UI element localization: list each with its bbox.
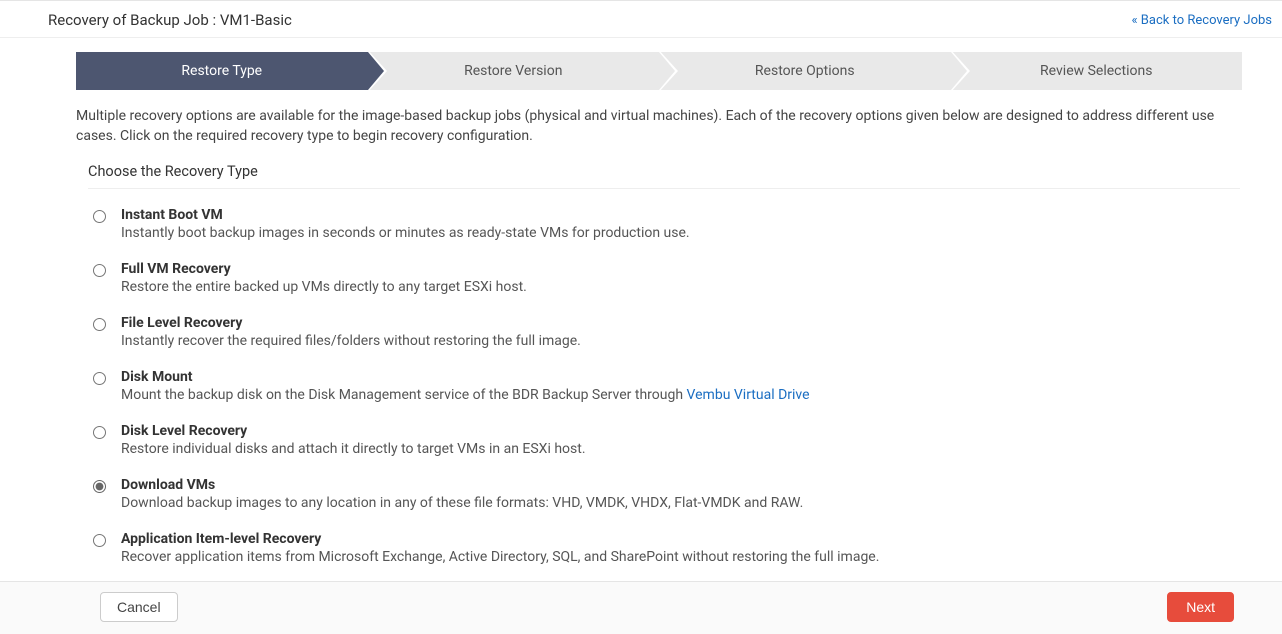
wizard-step-label: Restore Options [755,63,855,79]
option-disk-level-recovery[interactable]: Disk Level Recovery Restore individual d… [88,409,1242,463]
option-title: Full VM Recovery [121,261,1242,277]
back-to-recovery-jobs-link[interactable]: « Back to Recovery Jobs [1131,13,1278,28]
option-title: Disk Mount [121,369,1242,385]
option-application-item-level-recovery[interactable]: Application Item-level Recovery Recover … [88,517,1242,571]
option-title: Download VMs [121,477,1242,493]
wizard-step-label: Review Selections [1040,63,1152,79]
option-radio-application-item-level-recovery[interactable] [93,534,106,547]
option-desc: Instantly recover the required files/fol… [121,333,1242,349]
option-desc: Restore the entire backed up VMs directl… [121,279,1242,295]
option-desc: Restore individual disks and attach it d… [121,441,1242,457]
page-title: Recovery of Backup Job : VM1-Basic [48,11,292,29]
option-title: File Level Recovery [121,315,1242,331]
wizard-step-label: Restore Type [181,63,262,79]
option-instant-boot-vm[interactable]: Instant Boot VM Instantly boot backup im… [88,193,1242,247]
wizard-step-restore-version[interactable]: Restore Version [368,52,660,90]
option-desc-pre: Mount the backup disk on the Disk Manage… [121,387,687,403]
vembu-virtual-drive-link[interactable]: Vembu Virtual Drive [687,387,810,403]
option-radio-file-level-recovery[interactable] [93,318,106,331]
option-radio-disk-mount[interactable] [93,372,106,385]
option-radio-instant-boot-vm[interactable] [93,210,106,223]
title-prefix: Recovery of Backup Job : [48,11,220,29]
option-radio-full-vm-recovery[interactable] [93,264,106,277]
option-file-level-recovery[interactable]: File Level Recovery Instantly recover th… [88,301,1242,355]
cancel-button[interactable]: Cancel [100,592,178,622]
option-desc: Mount the backup disk on the Disk Manage… [121,387,1242,403]
option-download-vms[interactable]: Download VMs Download backup images to a… [88,463,1242,517]
option-desc: Download backup images to any location i… [121,495,1242,511]
option-title: Application Item-level Recovery [121,531,1242,547]
footer-bar: Cancel Next [0,581,1282,634]
option-disk-mount[interactable]: Disk Mount Mount the backup disk on the … [88,355,1242,409]
wizard-step-restore-options[interactable]: Restore Options [659,52,951,90]
option-title: Disk Level Recovery [121,423,1242,439]
recovery-options-list: Instant Boot VM Instantly boot backup im… [88,193,1242,571]
option-desc: Instantly boot backup images in seconds … [121,225,1242,241]
intro-text: Multiple recovery options are available … [76,106,1242,147]
next-button[interactable]: Next [1167,592,1234,622]
wizard-step-restore-type[interactable]: Restore Type [76,52,368,90]
option-radio-download-vms[interactable] [93,480,106,493]
choose-recovery-type-label: Choose the Recovery Type [88,163,1240,189]
option-title: Instant Boot VM [121,207,1242,223]
page-header: Recovery of Backup Job : VM1-Basic « Bac… [0,1,1282,38]
wizard-step-label: Restore Version [464,63,562,79]
option-desc: Recover application items from Microsoft… [121,549,1242,565]
wizard-steps: Restore Type Restore Version Restore Opt… [76,52,1242,90]
option-radio-disk-level-recovery[interactable] [93,426,106,439]
job-name: VM1-Basic [220,11,292,29]
wizard-step-review-selections[interactable]: Review Selections [951,52,1243,90]
option-full-vm-recovery[interactable]: Full VM Recovery Restore the entire back… [88,247,1242,301]
